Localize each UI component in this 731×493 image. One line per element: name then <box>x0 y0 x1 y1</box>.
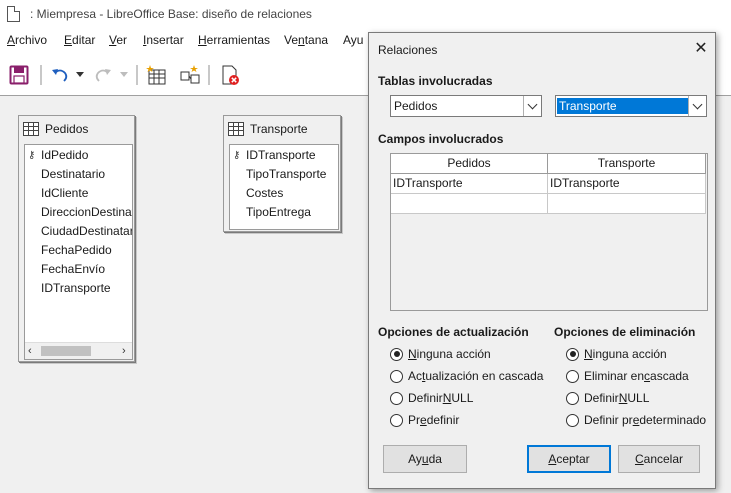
grid-cell[interactable] <box>548 194 706 214</box>
table-name: Transporte <box>250 122 308 136</box>
field-item[interactable]: DireccionDestinat <box>25 203 132 222</box>
radio-icon <box>566 369 579 383</box>
field-item[interactable]: IDTransporte <box>25 279 132 298</box>
menu-ver[interactable]: Ver <box>109 33 127 47</box>
left-table-select[interactable]: Pedidos <box>390 95 542 117</box>
redo-dropdown-icon <box>120 72 128 77</box>
undo-button[interactable] <box>47 60 73 90</box>
toolbar-separator <box>40 65 42 85</box>
toolbar-separator <box>136 65 138 85</box>
close-icon[interactable]: ✕ <box>691 39 711 59</box>
field-item[interactable]: IdCliente <box>25 184 132 203</box>
radio-selected-icon <box>390 347 403 361</box>
chevron-down-icon[interactable] <box>523 96 541 116</box>
field-item[interactable]: TipoEntrega <box>230 203 338 222</box>
scroll-left-icon[interactable]: ‹ <box>28 346 32 357</box>
cancel-button[interactable]: Cancelar <box>618 445 700 473</box>
fields-grid[interactable]: Pedidos Transporte IDTransporte IDTransp… <box>390 153 708 311</box>
selected-value: Transporte <box>557 98 689 114</box>
field-item[interactable]: Costes <box>230 184 338 203</box>
field-item[interactable]: ⚷ IdPedido <box>25 146 132 165</box>
field-list[interactable]: ⚷ IDTransporte TipoTransporte Costes Tipo… <box>229 144 339 230</box>
save-button[interactable] <box>6 60 32 90</box>
field-item[interactable]: CiudadDestinatar <box>25 222 132 241</box>
delete-cascade-radio[interactable]: Eliminar en c ascada <box>566 367 689 385</box>
right-table-select[interactable]: Transporte <box>555 95 707 117</box>
radio-selected-icon <box>566 347 579 361</box>
table-window-transporte[interactable]: Transporte ⚷ IDTransporte TipoTransporte … <box>223 115 341 232</box>
scrollbar-thumb[interactable] <box>41 346 91 356</box>
field-item[interactable]: ⚷ IDTransporte <box>230 146 338 165</box>
new-relation-button[interactable] <box>176 60 204 90</box>
field-list[interactable]: ⚷ IdPedido Destinatario IdCliente Direcci… <box>24 144 133 360</box>
ok-button[interactable]: Aceptar <box>527 445 611 473</box>
radio-icon <box>566 391 579 405</box>
fields-involved-label: Campos involucrados <box>378 132 504 146</box>
delete-set-null-radio[interactable]: Definir N ULL <box>566 389 649 407</box>
update-none-radio[interactable]: Ninguna acción <box>390 345 491 363</box>
title-bar: : Miempresa - LibreOffice Base: diseño d… <box>0 0 731 28</box>
update-cascade-radio[interactable]: Ac t ualización en cascada <box>390 367 543 385</box>
toolbar-separator <box>208 65 210 85</box>
radio-icon <box>390 391 403 405</box>
selected-value: Pedidos <box>394 99 438 113</box>
delete-button[interactable] <box>216 60 244 90</box>
undo-dropdown-button[interactable] <box>74 60 86 90</box>
help-button[interactable]: Ay u da <box>383 445 467 473</box>
radio-icon <box>390 369 403 383</box>
delete-table-icon <box>222 65 239 85</box>
new-relation-icon <box>180 65 200 84</box>
update-set-default-radio[interactable]: Pr e definir <box>390 411 459 429</box>
menu-ventana[interactable]: Ventana <box>284 33 328 47</box>
delete-set-default-radio[interactable]: Definir pr e determinado <box>566 411 706 429</box>
redo-button[interactable] <box>90 60 116 90</box>
primary-key-icon: ⚷ <box>233 150 241 161</box>
menu-herramientas[interactable]: Herramientas <box>198 33 270 47</box>
save-icon <box>9 65 29 85</box>
field-item[interactable]: TipoTransporte <box>230 165 338 184</box>
delete-options-label: Opciones de eliminación <box>554 325 696 339</box>
field-item[interactable]: Destinatario <box>25 165 132 184</box>
window-title: : Miempresa - LibreOffice Base: diseño d… <box>30 7 312 21</box>
table-header: Pedidos <box>23 122 88 136</box>
horizontal-scrollbar[interactable]: ‹ › <box>25 342 132 359</box>
dialog-title: Relaciones <box>378 43 438 57</box>
table-window-pedidos[interactable]: Pedidos ⚷ IdPedido Destinatario IdCliente… <box>18 115 135 362</box>
update-options-label: Opciones de actualización <box>378 325 529 339</box>
menu-editar[interactable]: Editar <box>64 33 95 47</box>
menu-ayuda[interactable]: Ayu <box>343 33 363 47</box>
grid-header-left: Pedidos <box>391 154 548 174</box>
update-set-null-radio[interactable]: Definir N ULL <box>390 389 473 407</box>
document-icon <box>7 6 20 22</box>
radio-icon <box>566 413 579 427</box>
table-icon <box>228 122 244 136</box>
grid-cell[interactable] <box>391 194 548 214</box>
scroll-right-icon[interactable]: › <box>122 346 126 357</box>
table-header: Transporte <box>228 122 308 136</box>
redo-dropdown-button[interactable] <box>118 60 130 90</box>
menu-archivo[interactable]: Archivo <box>7 33 47 47</box>
table-name: Pedidos <box>45 122 89 136</box>
grid-header-right: Transporte <box>548 154 706 174</box>
redo-icon <box>95 69 111 82</box>
relations-dialog: Relaciones ✕ Tablas involucradas Pedidos… <box>368 32 716 489</box>
field-item[interactable]: FechaPedido <box>25 241 132 260</box>
primary-key-icon: ⚷ <box>28 150 36 161</box>
table-icon <box>23 122 39 136</box>
new-table-icon <box>146 65 166 85</box>
grid-cell[interactable]: IDTransporte <box>548 174 706 194</box>
tables-involved-label: Tablas involucradas <box>378 74 493 88</box>
grid-cell[interactable]: IDTransporte <box>391 174 548 194</box>
menu-insertar[interactable]: Insertar <box>143 33 184 47</box>
delete-none-radio[interactable]: Ninguna acción <box>566 345 667 363</box>
radio-icon <box>390 413 403 427</box>
add-tables-button[interactable] <box>143 60 171 90</box>
chevron-down-icon[interactable] <box>688 96 706 116</box>
field-item[interactable]: FechaEnvío <box>25 260 132 279</box>
undo-icon <box>52 69 68 82</box>
undo-dropdown-icon <box>76 72 84 77</box>
